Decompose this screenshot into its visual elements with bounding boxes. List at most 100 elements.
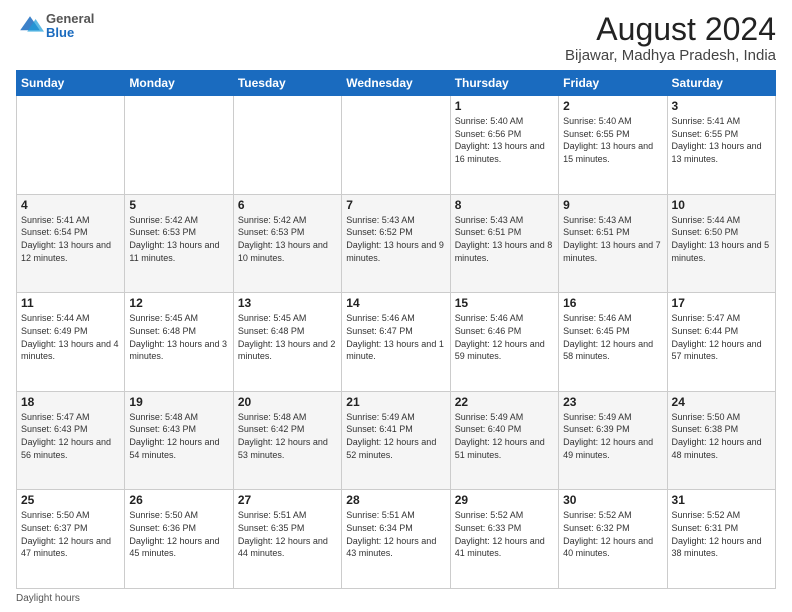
calendar-cell: 12 Sunrise: 5:45 AM Sunset: 6:48 PM Dayli… bbox=[125, 293, 233, 392]
day-number: 5 bbox=[129, 198, 228, 212]
logo-blue: Blue bbox=[46, 26, 94, 40]
calendar-day-header: Saturday bbox=[667, 71, 775, 96]
calendar-cell: 25Sunrise: 5:50 AM Sunset: 6:37 PM Dayli… bbox=[17, 490, 125, 589]
daylight-label: Daylight hours bbox=[16, 593, 80, 604]
day-number: 3 bbox=[672, 99, 771, 113]
day-number: 17 bbox=[672, 296, 771, 310]
day-number: 27 bbox=[238, 493, 337, 507]
day-info: Sunrise: 5:48 AM Sunset: 6:43 PM Dayligh… bbox=[129, 411, 228, 461]
day-info: Sunrise: 5:50 AM Sunset: 6:37 PM Dayligh… bbox=[21, 509, 120, 559]
calendar-cell: 20 Sunrise: 5:48 AM Sunset: 6:42 PM Dayli… bbox=[233, 391, 341, 490]
day-info: Sunrise: 5:41 AM Sunset: 6:54 PM Dayligh… bbox=[21, 214, 120, 264]
day-info: Sunrise: 5:46 AM Sunset: 6:46 PM Dayligh… bbox=[455, 312, 554, 362]
calendar-week-row: 25Sunrise: 5:50 AM Sunset: 6:37 PM Dayli… bbox=[17, 490, 776, 589]
calendar-cell bbox=[17, 96, 125, 195]
calendar-cell: 2 Sunrise: 5:40 AM Sunset: 6:55 PM Daylig… bbox=[559, 96, 667, 195]
day-number: 2 bbox=[563, 99, 662, 113]
calendar-cell: 17 Sunrise: 5:47 AM Sunset: 6:44 PM Dayli… bbox=[667, 293, 775, 392]
calendar-cell: 26 Sunrise: 5:50 AM Sunset: 6:36 PM Dayli… bbox=[125, 490, 233, 589]
day-info: Sunrise: 5:42 AM Sunset: 6:53 PM Dayligh… bbox=[238, 214, 337, 264]
calendar-cell: 31 Sunrise: 5:52 AM Sunset: 6:31 PM Dayli… bbox=[667, 490, 775, 589]
calendar-cell: 19Sunrise: 5:48 AM Sunset: 6:43 PM Dayli… bbox=[125, 391, 233, 490]
day-number: 30 bbox=[563, 493, 662, 507]
day-info: Sunrise: 5:51 AM Sunset: 6:34 PM Dayligh… bbox=[346, 509, 445, 559]
calendar-day-header: Tuesday bbox=[233, 71, 341, 96]
day-info: Sunrise: 5:51 AM Sunset: 6:35 PM Dayligh… bbox=[238, 509, 337, 559]
calendar-cell: 30 Sunrise: 5:52 AM Sunset: 6:32 PM Dayli… bbox=[559, 490, 667, 589]
calendar-cell bbox=[342, 96, 450, 195]
calendar-cell: 21 Sunrise: 5:49 AM Sunset: 6:41 PM Dayli… bbox=[342, 391, 450, 490]
day-number: 22 bbox=[455, 395, 554, 409]
logo-general: General bbox=[46, 12, 94, 26]
day-number: 24 bbox=[672, 395, 771, 409]
calendar-cell: 10Sunrise: 5:44 AM Sunset: 6:50 PM Dayli… bbox=[667, 194, 775, 293]
day-number: 6 bbox=[238, 198, 337, 212]
day-number: 14 bbox=[346, 296, 445, 310]
day-info: Sunrise: 5:47 AM Sunset: 6:43 PM Dayligh… bbox=[21, 411, 120, 461]
calendar-cell: 22 Sunrise: 5:49 AM Sunset: 6:40 PM Dayli… bbox=[450, 391, 558, 490]
day-info: Sunrise: 5:52 AM Sunset: 6:32 PM Dayligh… bbox=[563, 509, 662, 559]
day-info: Sunrise: 5:40 AM Sunset: 6:55 PM Dayligh… bbox=[563, 115, 662, 165]
day-number: 21 bbox=[346, 395, 445, 409]
day-number: 28 bbox=[346, 493, 445, 507]
calendar-cell bbox=[233, 96, 341, 195]
day-number: 11 bbox=[21, 296, 120, 310]
calendar-cell: 8Sunrise: 5:43 AM Sunset: 6:51 PM Daylig… bbox=[450, 194, 558, 293]
calendar-cell bbox=[125, 96, 233, 195]
calendar-cell: 24Sunrise: 5:50 AM Sunset: 6:38 PM Dayli… bbox=[667, 391, 775, 490]
day-number: 1 bbox=[455, 99, 554, 113]
calendar-cell: 3 Sunrise: 5:41 AM Sunset: 6:55 PM Daylig… bbox=[667, 96, 775, 195]
calendar-week-row: 4 Sunrise: 5:41 AM Sunset: 6:54 PM Daylig… bbox=[17, 194, 776, 293]
calendar-cell: 18Sunrise: 5:47 AM Sunset: 6:43 PM Dayli… bbox=[17, 391, 125, 490]
day-info: Sunrise: 5:49 AM Sunset: 6:40 PM Dayligh… bbox=[455, 411, 554, 461]
day-info: Sunrise: 5:52 AM Sunset: 6:31 PM Dayligh… bbox=[672, 509, 771, 559]
day-info: Sunrise: 5:44 AM Sunset: 6:50 PM Dayligh… bbox=[672, 214, 771, 264]
header: General Blue August 2024 Bijawar, Madhya… bbox=[16, 12, 776, 64]
calendar-day-header: Friday bbox=[559, 71, 667, 96]
day-number: 15 bbox=[455, 296, 554, 310]
day-number: 12 bbox=[129, 296, 228, 310]
calendar-header-row: SundayMondayTuesdayWednesdayThursdayFrid… bbox=[17, 71, 776, 96]
day-info: Sunrise: 5:43 AM Sunset: 6:51 PM Dayligh… bbox=[455, 214, 554, 264]
calendar-cell: 14 Sunrise: 5:46 AM Sunset: 6:47 PM Dayli… bbox=[342, 293, 450, 392]
day-info: Sunrise: 5:45 AM Sunset: 6:48 PM Dayligh… bbox=[129, 312, 228, 362]
day-number: 23 bbox=[563, 395, 662, 409]
page: General Blue August 2024 Bijawar, Madhya… bbox=[0, 0, 792, 612]
calendar-cell: 7Sunrise: 5:43 AM Sunset: 6:52 PM Daylig… bbox=[342, 194, 450, 293]
calendar-cell: 28 Sunrise: 5:51 AM Sunset: 6:34 PM Dayli… bbox=[342, 490, 450, 589]
logo-text: General Blue bbox=[46, 12, 94, 41]
calendar-cell: 29Sunrise: 5:52 AM Sunset: 6:33 PM Dayli… bbox=[450, 490, 558, 589]
calendar-cell: 11 Sunrise: 5:44 AM Sunset: 6:49 PM Dayli… bbox=[17, 293, 125, 392]
day-info: Sunrise: 5:44 AM Sunset: 6:49 PM Dayligh… bbox=[21, 312, 120, 362]
day-info: Sunrise: 5:50 AM Sunset: 6:36 PM Dayligh… bbox=[129, 509, 228, 559]
calendar-cell: 23 Sunrise: 5:49 AM Sunset: 6:39 PM Dayli… bbox=[559, 391, 667, 490]
calendar-cell: 1Sunrise: 5:40 AM Sunset: 6:56 PM Daylig… bbox=[450, 96, 558, 195]
day-number: 13 bbox=[238, 296, 337, 310]
calendar-week-row: 18Sunrise: 5:47 AM Sunset: 6:43 PM Dayli… bbox=[17, 391, 776, 490]
day-info: Sunrise: 5:49 AM Sunset: 6:39 PM Dayligh… bbox=[563, 411, 662, 461]
day-number: 26 bbox=[129, 493, 228, 507]
day-info: Sunrise: 5:48 AM Sunset: 6:42 PM Dayligh… bbox=[238, 411, 337, 461]
calendar-cell: 15 Sunrise: 5:46 AM Sunset: 6:46 PM Dayli… bbox=[450, 293, 558, 392]
day-info: Sunrise: 5:46 AM Sunset: 6:47 PM Dayligh… bbox=[346, 312, 445, 362]
calendar-week-row: 1Sunrise: 5:40 AM Sunset: 6:56 PM Daylig… bbox=[17, 96, 776, 195]
day-info: Sunrise: 5:45 AM Sunset: 6:48 PM Dayligh… bbox=[238, 312, 337, 362]
page-title: August 2024 bbox=[565, 12, 776, 47]
calendar-week-row: 11 Sunrise: 5:44 AM Sunset: 6:49 PM Dayli… bbox=[17, 293, 776, 392]
logo-icon bbox=[16, 12, 44, 40]
calendar-cell: 9Sunrise: 5:43 AM Sunset: 6:51 PM Daylig… bbox=[559, 194, 667, 293]
day-number: 4 bbox=[21, 198, 120, 212]
calendar-table: SundayMondayTuesdayWednesdayThursdayFrid… bbox=[16, 70, 776, 589]
footer-note: Daylight hours bbox=[16, 593, 776, 604]
day-info: Sunrise: 5:47 AM Sunset: 6:44 PM Dayligh… bbox=[672, 312, 771, 362]
calendar-cell: 6 Sunrise: 5:42 AM Sunset: 6:53 PM Daylig… bbox=[233, 194, 341, 293]
calendar-day-header: Sunday bbox=[17, 71, 125, 96]
day-info: Sunrise: 5:42 AM Sunset: 6:53 PM Dayligh… bbox=[129, 214, 228, 264]
day-info: Sunrise: 5:41 AM Sunset: 6:55 PM Dayligh… bbox=[672, 115, 771, 165]
calendar-cell: 5 Sunrise: 5:42 AM Sunset: 6:53 PM Daylig… bbox=[125, 194, 233, 293]
day-number: 20 bbox=[238, 395, 337, 409]
page-subtitle: Bijawar, Madhya Pradesh, India bbox=[565, 47, 776, 64]
day-number: 31 bbox=[672, 493, 771, 507]
day-info: Sunrise: 5:49 AM Sunset: 6:41 PM Dayligh… bbox=[346, 411, 445, 461]
day-number: 9 bbox=[563, 198, 662, 212]
